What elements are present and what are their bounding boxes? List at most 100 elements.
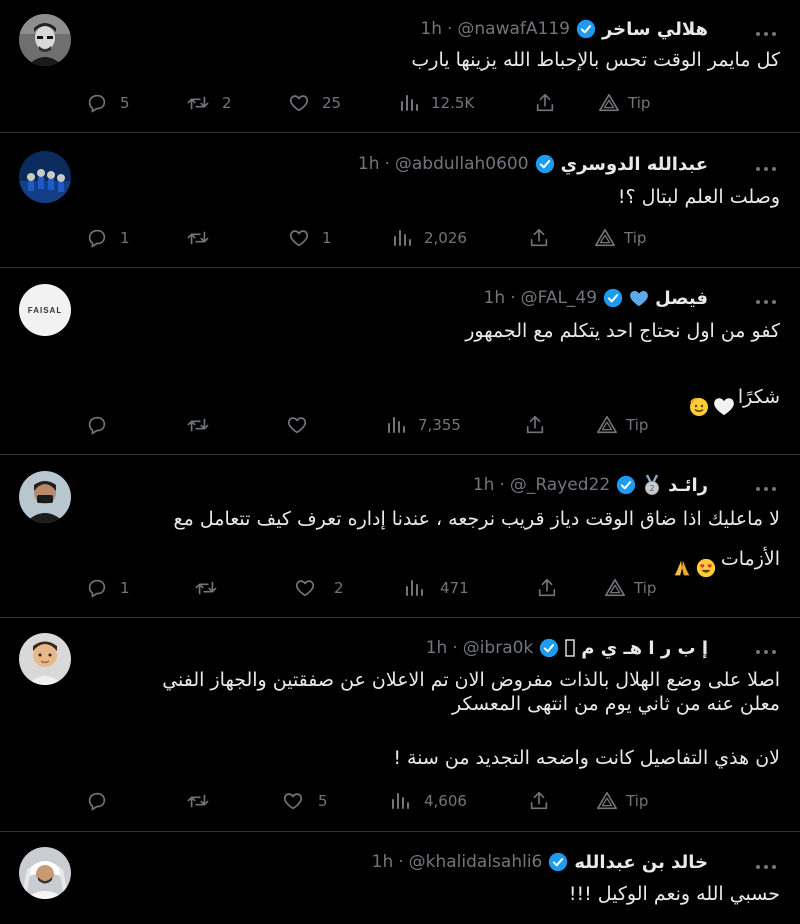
tweet-text: حسبي الله ونعم الوكيل !!! — [568, 883, 780, 905]
tip-icon — [597, 415, 617, 434]
heart-eyes-emoji-icon — [695, 533, 717, 585]
retweet-button[interactable] — [186, 788, 222, 814]
display-name[interactable]: رائـد — [668, 475, 708, 496]
display-name[interactable]: فيصل — [655, 288, 708, 309]
tip-button[interactable]: Tip — [598, 90, 650, 116]
reply-icon — [88, 792, 106, 811]
share-button[interactable] — [536, 575, 558, 601]
share-icon — [530, 228, 548, 247]
views-count: 2,026 — [424, 229, 467, 247]
user-handle[interactable]: @ibra0k — [463, 638, 534, 658]
views-count: 7,355 — [418, 416, 461, 434]
display-name[interactable]: خالد بن عبدالله — [574, 852, 708, 873]
white-heart-emoji-icon — [713, 372, 735, 422]
share-icon — [530, 791, 548, 810]
verified-badge-icon — [539, 638, 559, 658]
verified-badge-icon — [616, 475, 636, 495]
user-handle[interactable]: @FAL_49 — [521, 288, 597, 308]
tweet-header: 1h · @FAL_49 فيصل — [484, 285, 708, 311]
tip-button[interactable]: Tip — [596, 412, 648, 438]
user-handle[interactable]: @khalidalsahli6 — [409, 852, 543, 872]
tip-label: Tip — [624, 229, 647, 247]
retweet-button[interactable] — [186, 225, 222, 251]
user-handle[interactable]: @abdullah0600 — [395, 154, 529, 174]
tweet-card[interactable]: 1h · @khalidalsahli6 خالد بن عبدالله حسب… — [0, 832, 800, 924]
views-button[interactable]: 2,026 — [392, 225, 467, 251]
tweet-card[interactable]: FAISAL 1h · @FAL_49 فيصل كفو من اول نحتا… — [0, 268, 800, 455]
tweet-text: اصلا على وضع الهلال بالذات مفروض الان تم… — [162, 669, 780, 715]
reply-count: 1 — [120, 579, 130, 597]
time-ago[interactable]: 1h — [473, 475, 495, 495]
time-ago[interactable]: 1h — [426, 638, 448, 658]
user-handle[interactable]: @nawafA119 — [457, 19, 570, 39]
like-button[interactable]: 5 — [282, 788, 328, 814]
views-button[interactable]: 471 — [404, 575, 469, 601]
separator-dot: · — [510, 288, 516, 308]
time-ago[interactable]: 1h — [358, 154, 380, 174]
like-count: 2 — [334, 579, 344, 597]
reply-button[interactable]: 1 — [86, 225, 130, 251]
tweet-card[interactable]: 1h · @abdullah0600 عبدالله الدوسري وصلت … — [0, 133, 800, 268]
share-button[interactable] — [528, 225, 550, 251]
tip-button[interactable]: Tip — [596, 788, 648, 814]
tweet-card[interactable]: 1h · @_Rayed22 2 رائـد لا ماعليك اذا ضاق… — [0, 455, 800, 618]
views-button[interactable]: 7,355 — [386, 412, 461, 438]
more-options-icon[interactable] — [754, 642, 778, 654]
avatar[interactable]: FAISAL — [19, 284, 71, 336]
avatar[interactable] — [19, 633, 71, 685]
avatar[interactable] — [19, 14, 71, 66]
blue-heart-icon — [629, 289, 649, 307]
reply-button[interactable] — [86, 788, 120, 814]
like-button[interactable]: 1 — [288, 225, 332, 251]
tweet-text-line-2: الأزمات — [671, 533, 780, 585]
like-button[interactable] — [286, 412, 320, 438]
tip-button[interactable]: Tip — [604, 575, 656, 601]
display-name[interactable]: إ ب ر ا هـ ي م — [581, 638, 708, 659]
more-options-icon[interactable] — [754, 479, 778, 491]
avatar[interactable] — [19, 151, 71, 203]
retweet-button[interactable] — [194, 575, 230, 601]
views-button[interactable]: 4,606 — [390, 788, 467, 814]
more-options-icon[interactable] — [754, 857, 778, 869]
like-button[interactable]: 25 — [288, 90, 341, 116]
more-options-icon[interactable] — [754, 292, 778, 304]
smiling-face-emoji-icon — [687, 370, 711, 424]
reply-button[interactable] — [86, 412, 120, 438]
reply-button[interactable]: 5 — [86, 90, 130, 116]
avatar[interactable] — [19, 471, 71, 523]
tweet-card[interactable]: 1h · @nawafA119 هلالي ساخر كل مايمر الوق… — [0, 0, 800, 133]
share-button[interactable] — [534, 90, 556, 116]
retweet-icon — [187, 231, 209, 245]
verified-badge-icon — [535, 154, 555, 174]
views-button[interactable]: 12.5K — [399, 90, 474, 116]
avatar[interactable] — [19, 847, 71, 899]
tweet-text: وصلت العلم لبتال ؟! — [617, 186, 780, 208]
retweet-button[interactable] — [186, 412, 222, 438]
reply-button[interactable]: 1 — [86, 575, 130, 601]
time-ago[interactable]: 1h — [420, 19, 442, 39]
display-name[interactable]: هلالي ساخر — [602, 19, 708, 40]
tweet-actions: 5 2 25 12.5K Tip — [86, 90, 666, 116]
time-ago[interactable]: 1h — [484, 288, 506, 308]
verified-badge-icon — [548, 852, 568, 872]
tweet-text: لا ماعليك اذا ضاق الوقت دياز قريب نرجعه … — [173, 508, 780, 530]
tip-label: Tip — [626, 416, 649, 434]
display-name[interactable]: عبدالله الدوسري — [561, 154, 708, 175]
more-options-icon[interactable] — [754, 159, 778, 171]
tip-button[interactable]: Tip — [594, 225, 646, 251]
avatar-logo-text: FAISAL — [27, 305, 63, 315]
like-count: 25 — [322, 94, 342, 112]
share-button[interactable] — [524, 412, 546, 438]
user-handle[interactable]: @_Rayed22 — [510, 475, 610, 495]
retweet-button[interactable]: 2 — [186, 90, 232, 116]
like-button[interactable]: 2 — [294, 575, 344, 601]
views-icon — [401, 95, 418, 111]
tweet-card[interactable]: 1h · @ibra0k إ ب ر ا هـ ي م اصلا على وضع… — [0, 618, 800, 832]
tweet-feed: 1h · @nawafA119 هلالي ساخر كل مايمر الوق… — [0, 0, 800, 924]
share-button[interactable] — [528, 788, 550, 814]
views-icon — [388, 417, 405, 433]
time-ago[interactable]: 1h — [372, 852, 394, 872]
more-options-icon[interactable] — [754, 24, 778, 36]
views-count: 12.5K — [431, 94, 475, 112]
tweet-header: 1h · @khalidalsahli6 خالد بن عبدالله — [372, 849, 708, 875]
